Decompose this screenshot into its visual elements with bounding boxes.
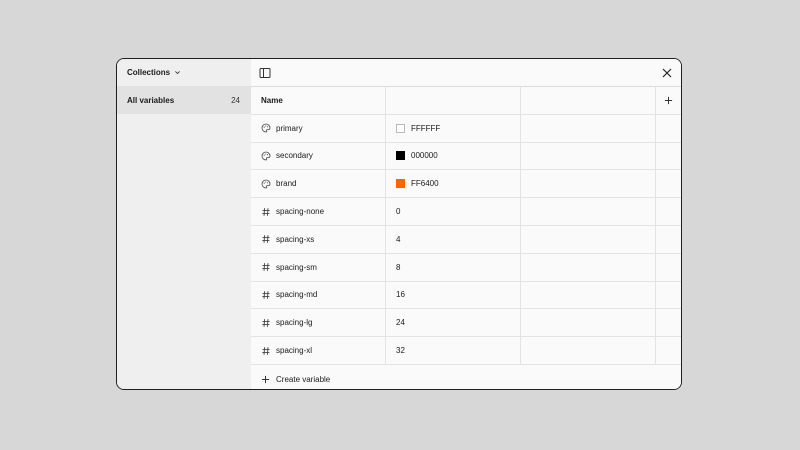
main-panel: Name primary FFFFFF secondary 000000 brand FF… [251,59,681,389]
variable-name: secondary [276,151,313,161]
variable-value-cell[interactable]: 0 [386,198,521,225]
variable-value: FF6400 [411,179,439,189]
hash-icon [261,234,271,244]
column-header-value [386,87,521,114]
variable-name-cell[interactable]: spacing-lg [251,309,386,337]
empty-cell [521,170,656,198]
variable-name: spacing-sm [276,262,317,272]
palette-icon [261,151,271,161]
empty-cell [656,282,681,309]
variable-value-cell[interactable]: FF6400 [386,170,521,198]
variable-value: FFFFFF [411,123,441,133]
variable-name: spacing-lg [276,318,313,328]
variable-name: primary [276,123,303,133]
table-header: Name [251,87,681,115]
variable-count: 24 [231,95,240,105]
empty-cell [521,253,656,281]
variable-name: spacing-xs [276,234,315,244]
variable-value: 4 [396,234,401,244]
empty-cell [521,281,656,309]
variable-value-cell[interactable]: 8 [386,253,521,281]
create-variable-button[interactable]: Create variable [251,365,681,389]
variable-name: spacing-none [276,207,325,217]
empty-cell [656,337,681,364]
table-row[interactable]: spacing-none 0 [251,198,681,226]
empty-cell [521,142,656,170]
variables-modal: Collections All variables 24 Name primar… [116,58,682,390]
hash-icon [261,290,271,300]
empty-cell [521,225,656,253]
collections-label: Collections [127,68,171,77]
hash-icon [261,262,271,272]
variable-name-cell[interactable]: spacing-md [251,281,386,309]
empty-cell [656,254,681,281]
toolbar [251,59,681,87]
variable-value: 16 [396,290,405,300]
variable-name-cell[interactable]: primary [251,114,386,142]
table-row[interactable]: primary FFFFFF [251,114,681,143]
variables-table: Name primary FFFFFF secondary 000000 brand FF… [251,87,681,365]
sidebar-item-all-variables[interactable]: All variables 24 [117,86,251,114]
add-column-plus-icon[interactable] [664,96,673,105]
variable-value: 32 [396,346,405,356]
column-header-empty [521,87,656,114]
table-row[interactable]: spacing-sm 8 [251,253,681,282]
empty-cell [521,337,656,364]
hash-icon [261,207,271,217]
variable-value-cell[interactable]: 32 [386,337,521,364]
create-variable-label: Create variable [276,374,331,384]
variable-name-cell[interactable]: spacing-xl [251,337,386,364]
variable-value-cell[interactable]: 16 [386,281,521,309]
sidebar: Collections All variables 24 [117,59,251,389]
palette-icon [261,179,271,189]
variable-name-cell[interactable]: spacing-none [251,198,386,225]
variable-value: 8 [396,262,401,272]
empty-cell [656,143,681,170]
sidebar-item-label: All variables [127,95,175,105]
table-row[interactable]: spacing-xs 4 [251,225,681,254]
variable-value-cell[interactable]: 000000 [386,142,521,170]
column-header-name: Name [251,87,386,114]
variable-name-cell[interactable]: spacing-xs [251,225,386,253]
variable-value-cell[interactable]: 24 [386,309,521,337]
variable-value: 0 [396,207,401,217]
hash-icon [261,318,271,328]
empty-cell [656,226,681,253]
empty-cell [521,309,656,337]
table-row[interactable]: brand FF6400 [251,170,681,199]
empty-cell [656,198,681,225]
color-swatch[interactable] [396,151,405,161]
variable-value-cell[interactable]: 4 [386,225,521,253]
table-row[interactable]: spacing-lg 24 [251,309,681,338]
empty-cell [521,198,656,225]
variable-value-cell[interactable]: FFFFFF [386,114,521,142]
empty-cell [656,170,681,197]
table-row[interactable]: spacing-xl 32 [251,337,681,365]
variable-name-cell[interactable]: spacing-sm [251,253,386,281]
sidebar-toggle-icon[interactable] [259,66,271,78]
variable-name-cell[interactable]: secondary [251,142,386,170]
variable-value: 000000 [411,151,438,161]
collections-dropdown[interactable]: Collections [117,59,251,86]
empty-cell [656,115,681,142]
chevron-down-icon [174,69,181,76]
hash-icon [261,346,271,356]
plus-icon [261,375,270,384]
color-swatch[interactable] [396,123,405,133]
variable-name: spacing-xl [276,346,313,356]
palette-icon [261,123,271,133]
table-row[interactable]: secondary 000000 [251,142,681,171]
variable-value: 24 [396,318,405,328]
add-column-cell [656,87,681,114]
empty-cell [521,114,656,142]
table-row[interactable]: spacing-md 16 [251,281,681,310]
empty-cell [656,309,681,336]
variable-name: spacing-md [276,290,318,300]
color-swatch[interactable] [396,179,405,189]
close-icon[interactable] [661,66,673,78]
variable-name-cell[interactable]: brand [251,170,386,198]
variable-name: brand [276,179,297,189]
